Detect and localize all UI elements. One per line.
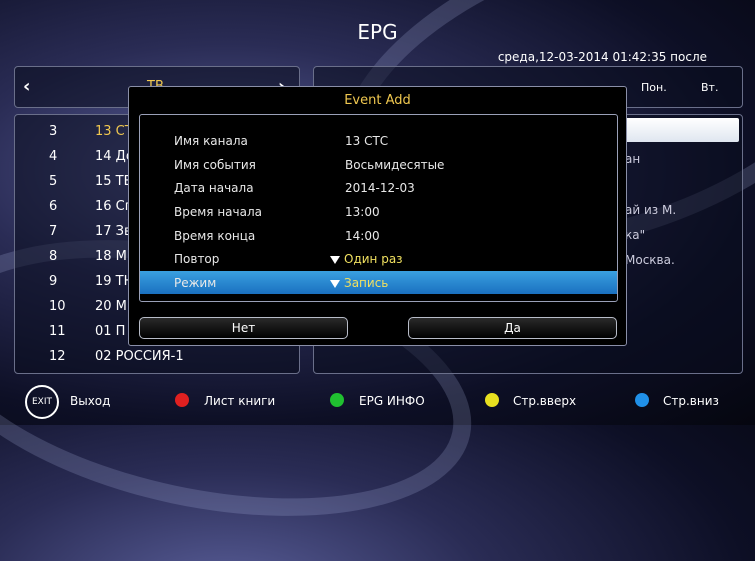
channel-number: 3 (49, 124, 58, 139)
field-channel-name[interactable]: Имя канала 13 СТС (140, 129, 617, 152)
field-value: Восьмидесятые (345, 158, 445, 172)
channel-row[interactable]: 12 02 РОССИЯ-1 (15, 344, 299, 369)
program-item[interactable]: Москва. (625, 253, 675, 267)
field-value: 14:00 (345, 229, 380, 243)
datetime-display: среда,12-03-2014 01:42:35 после (497, 50, 707, 64)
no-button[interactable]: Нет (139, 317, 348, 339)
channel-name: 15 ТВ (95, 174, 133, 189)
field-label: Имя канала (174, 134, 248, 148)
yellow-button-icon[interactable] (485, 393, 499, 407)
footer-label-page-down: Стр.вниз (663, 394, 719, 408)
event-add-dialog: Event Add Имя канала 13 СТС Имя события Во… (128, 86, 627, 346)
channel-name: 20 М (95, 299, 127, 314)
channel-number: 10 (49, 299, 66, 314)
field-mode[interactable]: Режим Запись (140, 271, 617, 294)
field-value: 13:00 (345, 205, 380, 219)
channel-number: 6 (49, 199, 58, 214)
program-item[interactable]: ан (625, 152, 640, 166)
field-label: Время концa (174, 229, 256, 243)
channel-name: 01 П (95, 324, 126, 339)
field-repeat[interactable]: Повтор Один раз (140, 247, 617, 270)
footer-label-page-up: Стр.вверх (513, 394, 577, 408)
dialog-title: Event Add (344, 93, 411, 108)
field-value: Запись (344, 276, 389, 290)
field-start-date[interactable]: Дата начала 2014-12-03 (140, 176, 617, 199)
field-start-time[interactable]: Время начала 13:00 (140, 200, 617, 223)
field-event-name[interactable]: Имя события Восьмидесятые (140, 153, 617, 176)
exit-label: Выход (70, 394, 111, 408)
channel-number: 9 (49, 274, 58, 289)
footer-label-epg-info: EPG ИНФО (359, 394, 425, 408)
field-label: Дата начала (174, 181, 254, 195)
green-button-icon[interactable] (330, 393, 344, 407)
field-value: 2014-12-03 (345, 181, 415, 195)
dropdown-arrow-icon (330, 279, 340, 288)
channel-number: 12 (49, 349, 66, 364)
event-form: Имя канала 13 СТС Имя события Восьмидесяты… (139, 114, 618, 302)
program-item[interactable]: ка" (625, 228, 645, 242)
channel-number: 5 (49, 174, 58, 189)
dropdown-arrow-icon (330, 255, 340, 264)
field-label: Режим (174, 276, 217, 290)
field-label: Время начала (174, 205, 262, 219)
channel-number: 7 (49, 224, 58, 239)
tab-day-tue[interactable]: Вт. (701, 81, 718, 94)
field-value: 13 СТС (345, 134, 389, 148)
field-label: Повтор (174, 252, 220, 266)
channel-name: 02 РОССИЯ-1 (95, 349, 184, 364)
field-label: Имя события (174, 158, 256, 172)
exit-icon[interactable]: EXIT (25, 385, 59, 419)
channel-number: 11 (49, 324, 66, 339)
yes-button[interactable]: Да (408, 317, 617, 339)
red-button-icon[interactable] (175, 393, 189, 407)
channel-number: 8 (49, 249, 58, 264)
program-item[interactable]: ай из М. (625, 203, 676, 217)
channel-name: 18 М (95, 249, 127, 264)
channel-number: 4 (49, 149, 58, 164)
footer-label-bookmarks: Лист книги (204, 394, 276, 408)
field-value: Один раз (344, 252, 403, 266)
tab-day-mon[interactable]: Пон. (641, 81, 667, 94)
field-end-time[interactable]: Время концa 14:00 (140, 224, 617, 247)
chevron-left-icon[interactable]: ‹ (23, 76, 30, 97)
channel-name: 17 Зв (95, 224, 132, 239)
page-title: EPG (357, 20, 398, 44)
blue-button-icon[interactable] (635, 393, 649, 407)
